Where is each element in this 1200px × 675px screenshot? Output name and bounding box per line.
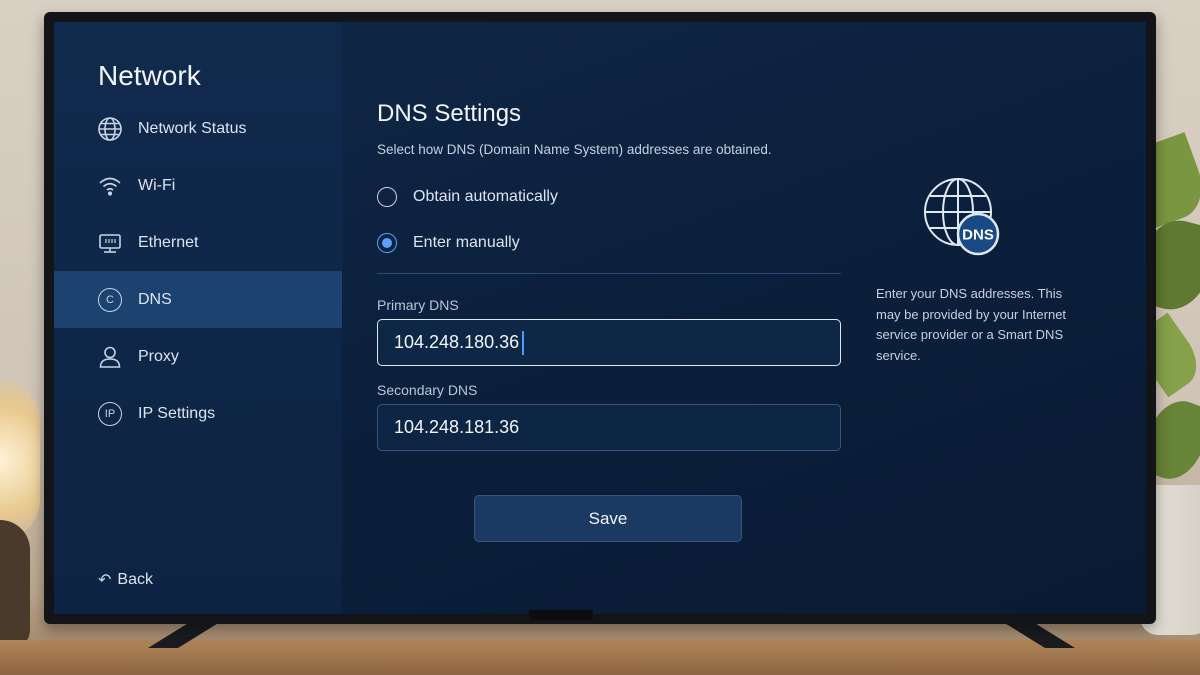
sidebar: Network Network Status Wi-Fi Ethernet C …: [54, 22, 342, 614]
divider: [377, 273, 841, 274]
ip-icon: IP: [96, 400, 124, 428]
secondary-dns-value: 104.248.181.36: [394, 417, 520, 437]
sidebar-item-ip-settings[interactable]: IP IP Settings: [54, 385, 342, 442]
primary-dns-input[interactable]: 104.248.180.36: [377, 319, 841, 366]
radio-indicator: [377, 187, 397, 207]
info-text: Enter your DNS addresses. This may be pr…: [876, 286, 1067, 363]
primary-dns-label: Primary DNS: [377, 297, 459, 313]
sidebar-item-ethernet[interactable]: Ethernet: [54, 214, 342, 271]
sidebar-item-label: Proxy: [138, 347, 179, 365]
primary-dns-value: 104.248.180.36: [394, 332, 520, 352]
sidebar-item-label: Wi-Fi: [138, 176, 176, 194]
dns-settings-panel: DNS Settings Select how DNS (Domain Name…: [377, 22, 847, 614]
sidebar-item-label: Ethernet: [138, 233, 199, 251]
dns-globe-icon: DNS: [924, 178, 1000, 256]
vase: [0, 520, 30, 650]
radio-label: Enter manually: [413, 234, 520, 251]
sidebar-item-label: IP Settings: [138, 404, 216, 422]
sidebar-item-label: DNS: [138, 290, 172, 308]
dns-icon: C: [96, 286, 124, 314]
radio-enter-manually[interactable]: Enter manually: [377, 233, 520, 253]
sidebar-item-wifi[interactable]: Wi-Fi: [54, 157, 342, 214]
sidebar-item-proxy[interactable]: Proxy: [54, 328, 342, 385]
radio-obtain-automatically[interactable]: Obtain automatically: [377, 187, 558, 207]
back-arrow-icon: ↶: [98, 572, 112, 589]
save-button[interactable]: Save: [474, 495, 742, 542]
globe-icon: [96, 115, 124, 143]
sidebar-nav: Network Status Wi-Fi Ethernet C DNS Prox…: [54, 100, 342, 442]
user-icon: [96, 343, 124, 371]
page-description: Select how DNS (Domain Name System) addr…: [377, 142, 772, 157]
sidebar-item-network-status[interactable]: Network Status: [54, 100, 342, 157]
secondary-dns-input[interactable]: 104.248.181.36: [377, 404, 841, 451]
secondary-dns-label: Secondary DNS: [377, 382, 478, 398]
tv-notch: [529, 610, 593, 620]
ethernet-icon: [96, 229, 124, 257]
tv-frame: Network Network Status Wi-Fi Ethernet C …: [44, 12, 1156, 624]
radio-indicator-checked: [377, 233, 397, 253]
lamp-glow: [0, 380, 40, 540]
sidebar-item-label: Network Status: [138, 119, 247, 137]
sidebar-item-dns[interactable]: C DNS: [54, 271, 342, 328]
sidebar-title: Network: [98, 60, 201, 91]
tv-screen: Network Network Status Wi-Fi Ethernet C …: [54, 22, 1146, 614]
wifi-icon: [96, 172, 124, 200]
page-title: DNS Settings: [377, 100, 522, 127]
back-button[interactable]: ↶ Back: [98, 570, 153, 590]
text-cursor: [522, 330, 525, 355]
dns-badge-text: DNS: [962, 227, 994, 244]
back-label: Back: [117, 571, 153, 588]
radio-label: Obtain automatically: [413, 188, 558, 205]
